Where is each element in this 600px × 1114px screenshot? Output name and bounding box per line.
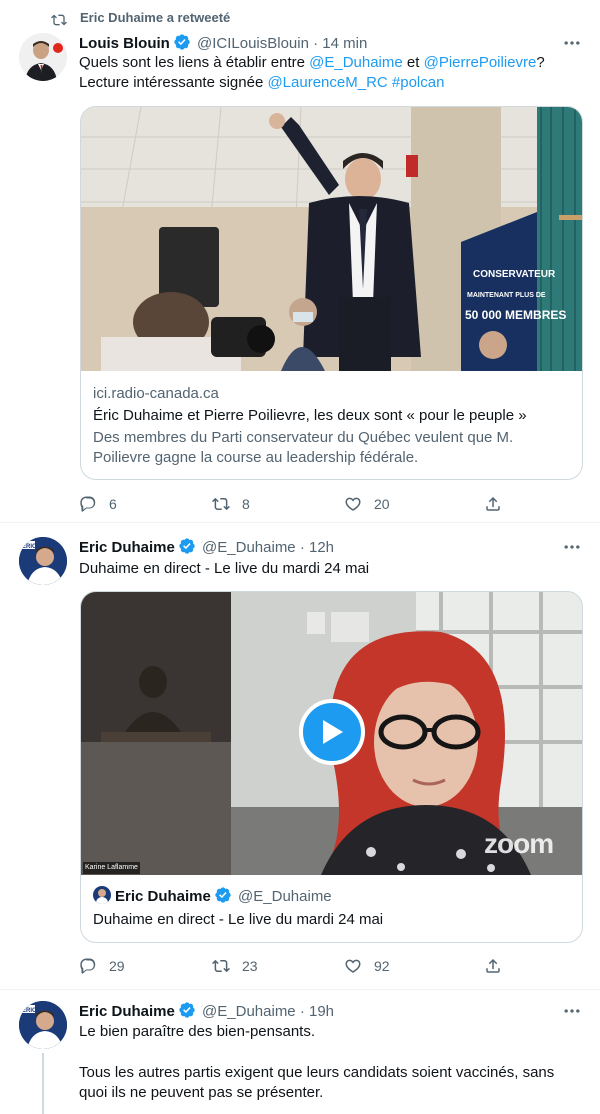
share-icon: [486, 496, 500, 511]
like-count: 92: [374, 958, 390, 974]
separator-dot: ·: [299, 1003, 305, 1020]
video-player[interactable]: Karine Laflamme zoom: [81, 592, 582, 875]
tweet-louis-blouin[interactable]: Eric Duhaime a retweeté Louis Blouin @IC…: [0, 0, 600, 523]
tweet-eric-duhaime-text[interactable]: ERIC Eric Duhaime @E_Duhaime · 19h Le bi…: [0, 991, 600, 1114]
tweet-actions: 6 8 20: [79, 494, 509, 514]
share-button[interactable]: [484, 494, 502, 514]
retweet-count: 8: [242, 496, 250, 512]
author-handle[interactable]: @E_Duhaime: [202, 539, 296, 556]
author-name[interactable]: Louis Blouin: [79, 35, 170, 52]
like-button[interactable]: 92: [344, 956, 390, 976]
author-handle[interactable]: @ICILouisBlouin: [197, 35, 309, 52]
tweet-eric-duhaime-live[interactable]: ERIC Eric Duhaime @E_Duhaime · 12h Duhai…: [0, 524, 600, 990]
card-domain: ici.radio-canada.ca: [93, 385, 219, 402]
tweet-text-line-1: Le bien paraître des bien-pensants.: [79, 1023, 315, 1040]
hashtag-link[interactable]: #polcan: [392, 74, 445, 91]
author-handle[interactable]: @E_Duhaime: [202, 1003, 296, 1020]
reply-icon: [80, 958, 96, 974]
retweet-button[interactable]: 8: [212, 494, 250, 514]
play-icon: [323, 720, 343, 744]
tweet-text-part: Quels sont les liens à établir entre: [79, 54, 310, 71]
author-name[interactable]: Eric Duhaime: [79, 539, 175, 556]
like-button[interactable]: 20: [344, 494, 390, 514]
retweet-icon: [51, 14, 67, 26]
share-button[interactable]: [484, 956, 502, 976]
like-icon: [345, 959, 361, 973]
retweet-icon: [212, 959, 230, 973]
avatar[interactable]: ERIC: [19, 1001, 67, 1049]
avatar[interactable]: ERIC: [19, 537, 67, 585]
link-card[interactable]: CONSERVATEUR MAINTENANT PLUS DE 50 000 M…: [80, 106, 583, 480]
video-footer-author[interactable]: Eric Duhaime @E_Duhaime: [93, 886, 332, 906]
timestamp[interactable]: 19h: [309, 1003, 334, 1020]
tweet-text-line-2: Tous les autres partis exigent que leurs…: [79, 1064, 555, 1101]
video-footer-text: Duhaime en direct - Le live du mardi 24 …: [93, 911, 384, 928]
avatar-badge-text: ERIC: [22, 544, 37, 550]
more-icon[interactable]: [562, 537, 582, 557]
tweet-text-part: et: [402, 54, 424, 71]
mention-link[interactable]: @E_Duhaime: [309, 54, 403, 71]
play-button[interactable]: [299, 699, 365, 765]
verified-badge-icon: [179, 1002, 195, 1018]
timestamp[interactable]: 14 min: [322, 35, 367, 52]
retweet-button[interactable]: 23: [212, 956, 258, 976]
participant-label: Karine Laflamme: [83, 862, 140, 874]
tweet-text: Quels sont les liens à établir entre @E_…: [79, 53, 584, 93]
avatar[interactable]: [19, 33, 67, 81]
retweet-header[interactable]: Eric Duhaime a retweeté: [80, 10, 230, 25]
card-image: CONSERVATEUR MAINTENANT PLUS DE 50 000 M…: [81, 107, 582, 371]
reply-button[interactable]: 6: [79, 494, 117, 514]
zoom-logo: zoom: [484, 828, 554, 859]
share-icon: [486, 958, 500, 973]
mention-link[interactable]: @LaurenceM_RC: [267, 74, 387, 91]
retweet-count: 23: [242, 958, 258, 974]
verified-badge-icon: [215, 887, 231, 903]
separator-dot: ·: [299, 539, 305, 556]
more-icon[interactable]: [562, 33, 582, 53]
reply-count: 29: [109, 958, 125, 974]
avatar-badge-text: ERIC: [22, 1008, 37, 1014]
reply-icon: [80, 496, 96, 512]
reply-count: 6: [109, 496, 117, 512]
video-card[interactable]: Karine Laflamme zoom Eric Duhaime @E_Duh…: [80, 591, 583, 943]
reply-button[interactable]: 29: [79, 956, 125, 976]
verified-badge-icon: [174, 34, 190, 50]
retweet-icon: [212, 497, 230, 511]
like-count: 20: [374, 496, 390, 512]
verified-badge-icon: [179, 538, 195, 554]
timestamp[interactable]: 12h: [309, 539, 334, 556]
tweet-text: Duhaime en direct - Le live du mardi 24 …: [79, 560, 370, 577]
sign-text-2: MAINTENANT PLUS DE: [467, 292, 546, 299]
more-icon[interactable]: [562, 1001, 582, 1021]
mention-link[interactable]: @PierrePoilievre: [424, 54, 537, 71]
sign-text-3: 50 000 MEMBRES: [465, 308, 566, 322]
separator-dot: ·: [313, 35, 319, 52]
sign-text-1: CONSERVATEUR: [473, 269, 556, 280]
author-name[interactable]: Eric Duhaime: [79, 1003, 175, 1020]
footer-avatar: [93, 886, 111, 904]
like-icon: [345, 497, 361, 511]
footer-author-name: Eric Duhaime: [115, 888, 211, 905]
tweet-actions: 29 23 92: [79, 956, 509, 976]
footer-author-handle: @E_Duhaime: [238, 888, 332, 905]
card-title: Éric Duhaime et Pierre Poilievre, les de…: [93, 407, 527, 424]
card-description: Des membres du Parti conservateur du Qué…: [93, 429, 514, 466]
thread-line: [42, 1053, 44, 1114]
